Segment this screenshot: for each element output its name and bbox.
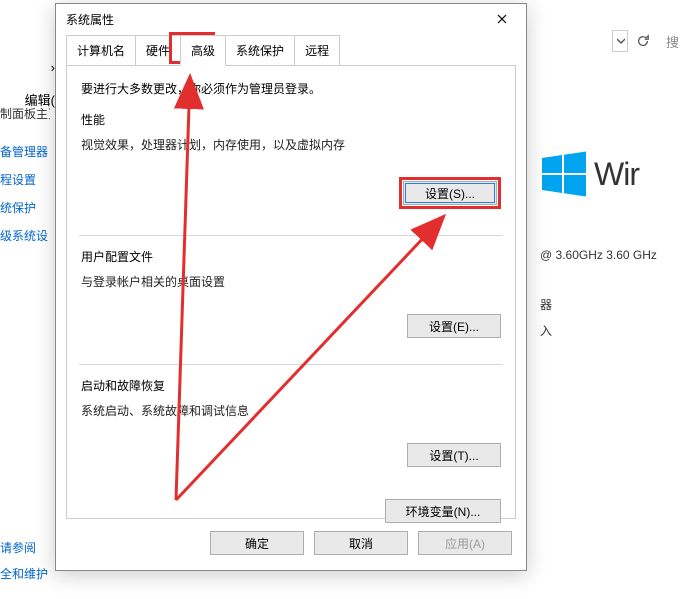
tab-strip: 计算机名 硬件 高级 系统保护 远程 <box>56 34 526 65</box>
group-startup-recovery: 启动和故障恢复 系统启动、系统故障和调试信息 设置(T)... <box>81 377 501 493</box>
group-startup-recovery-desc: 系统启动、系统故障和调试信息 <box>81 402 501 419</box>
separator <box>79 235 503 236</box>
system-properties-dialog: 系统属性 计算机名 硬件 高级 系统保护 远程 要进行大多数更改，你必须作为管理… <box>55 3 527 571</box>
group-user-profiles-desc: 与登录帐户相关的桌面设置 <box>81 273 501 290</box>
sidebar-item-advanced[interactable]: 级系统设 <box>0 222 50 250</box>
ok-button[interactable]: 确定 <box>210 531 304 555</box>
tab-computer-name[interactable]: 计算机名 <box>66 35 136 66</box>
annotation-settings-highlight: 设置(S)... <box>399 177 501 209</box>
group-performance-title: 性能 <box>81 111 501 128</box>
tab-hardware[interactable]: 硬件 <box>135 35 181 66</box>
security-maintenance-link[interactable]: 全和维护 <box>0 561 48 587</box>
separator <box>79 364 503 365</box>
address-dropdown[interactable] <box>612 30 628 52</box>
close-button[interactable] <box>484 7 520 31</box>
group-user-profiles: 用户配置文件 与登录帐户相关的桌面设置 设置(E)... <box>81 248 501 364</box>
tab-advanced[interactable]: 高级 <box>180 35 226 66</box>
user-profiles-settings-button[interactable]: 设置(E)... <box>407 314 501 338</box>
tab-protection[interactable]: 系统保护 <box>225 35 295 66</box>
dialog-title: 系统属性 <box>66 11 114 28</box>
dialog-body: 要进行大多数更改，你必须作为管理员登录。 性能 视觉效果，处理器计划，内存使用，… <box>66 65 516 519</box>
environment-variables-button[interactable]: 环境变量(N)... <box>385 499 501 523</box>
startup-recovery-settings-button[interactable]: 设置(T)... <box>407 443 501 467</box>
cpu-spec: @ 3.60GHz 3.60 GHz <box>540 248 685 262</box>
windows-logo: Wir <box>540 150 685 198</box>
dialog-footer: 确定 取消 应用(A) <box>56 519 526 555</box>
cancel-button[interactable]: 取消 <box>314 531 408 555</box>
admin-notice: 要进行大多数更改，你必须作为管理员登录。 <box>81 80 501 97</box>
sidebar-item-protection[interactable]: 统保护 <box>0 194 50 222</box>
sidebar-heading: 制面板主页 <box>0 100 50 128</box>
windows-text: Wir <box>594 156 639 193</box>
group-performance: 性能 视觉效果，处理器计划，内存使用，以及虚拟内存 设置(S)... <box>81 111 501 235</box>
apply-button[interactable]: 应用(A) <box>418 531 512 555</box>
right-info-panel: Wir @ 3.60GHz 3.60 GHz 器 入 <box>540 150 685 344</box>
group-performance-desc: 视觉效果，处理器计划，内存使用，以及虚拟内存 <box>81 136 501 153</box>
tab-remote[interactable]: 远程 <box>294 35 340 66</box>
spec-line-2: 入 <box>540 318 685 344</box>
performance-settings-button[interactable]: 设置(S)... <box>403 181 497 205</box>
search-placeholder[interactable]: 搜 <box>666 32 679 51</box>
sidebar-footer: 请参阅 全和维护 <box>0 535 48 587</box>
sidebar-item-device-mgr[interactable]: 备管理器 <box>0 138 50 166</box>
dialog-titlebar: 系统属性 <box>56 4 526 34</box>
group-startup-recovery-title: 启动和故障恢复 <box>81 377 501 394</box>
group-user-profiles-title: 用户配置文件 <box>81 248 501 265</box>
sidebar-item-remote[interactable]: 程设置 <box>0 166 50 194</box>
spec-line-1: 器 <box>540 292 685 318</box>
sidebar: 制面板主页 备管理器 程设置 统保护 级系统设 <box>0 100 50 250</box>
see-also-label: 请参阅 <box>0 535 48 561</box>
refresh-icon[interactable] <box>632 30 654 52</box>
